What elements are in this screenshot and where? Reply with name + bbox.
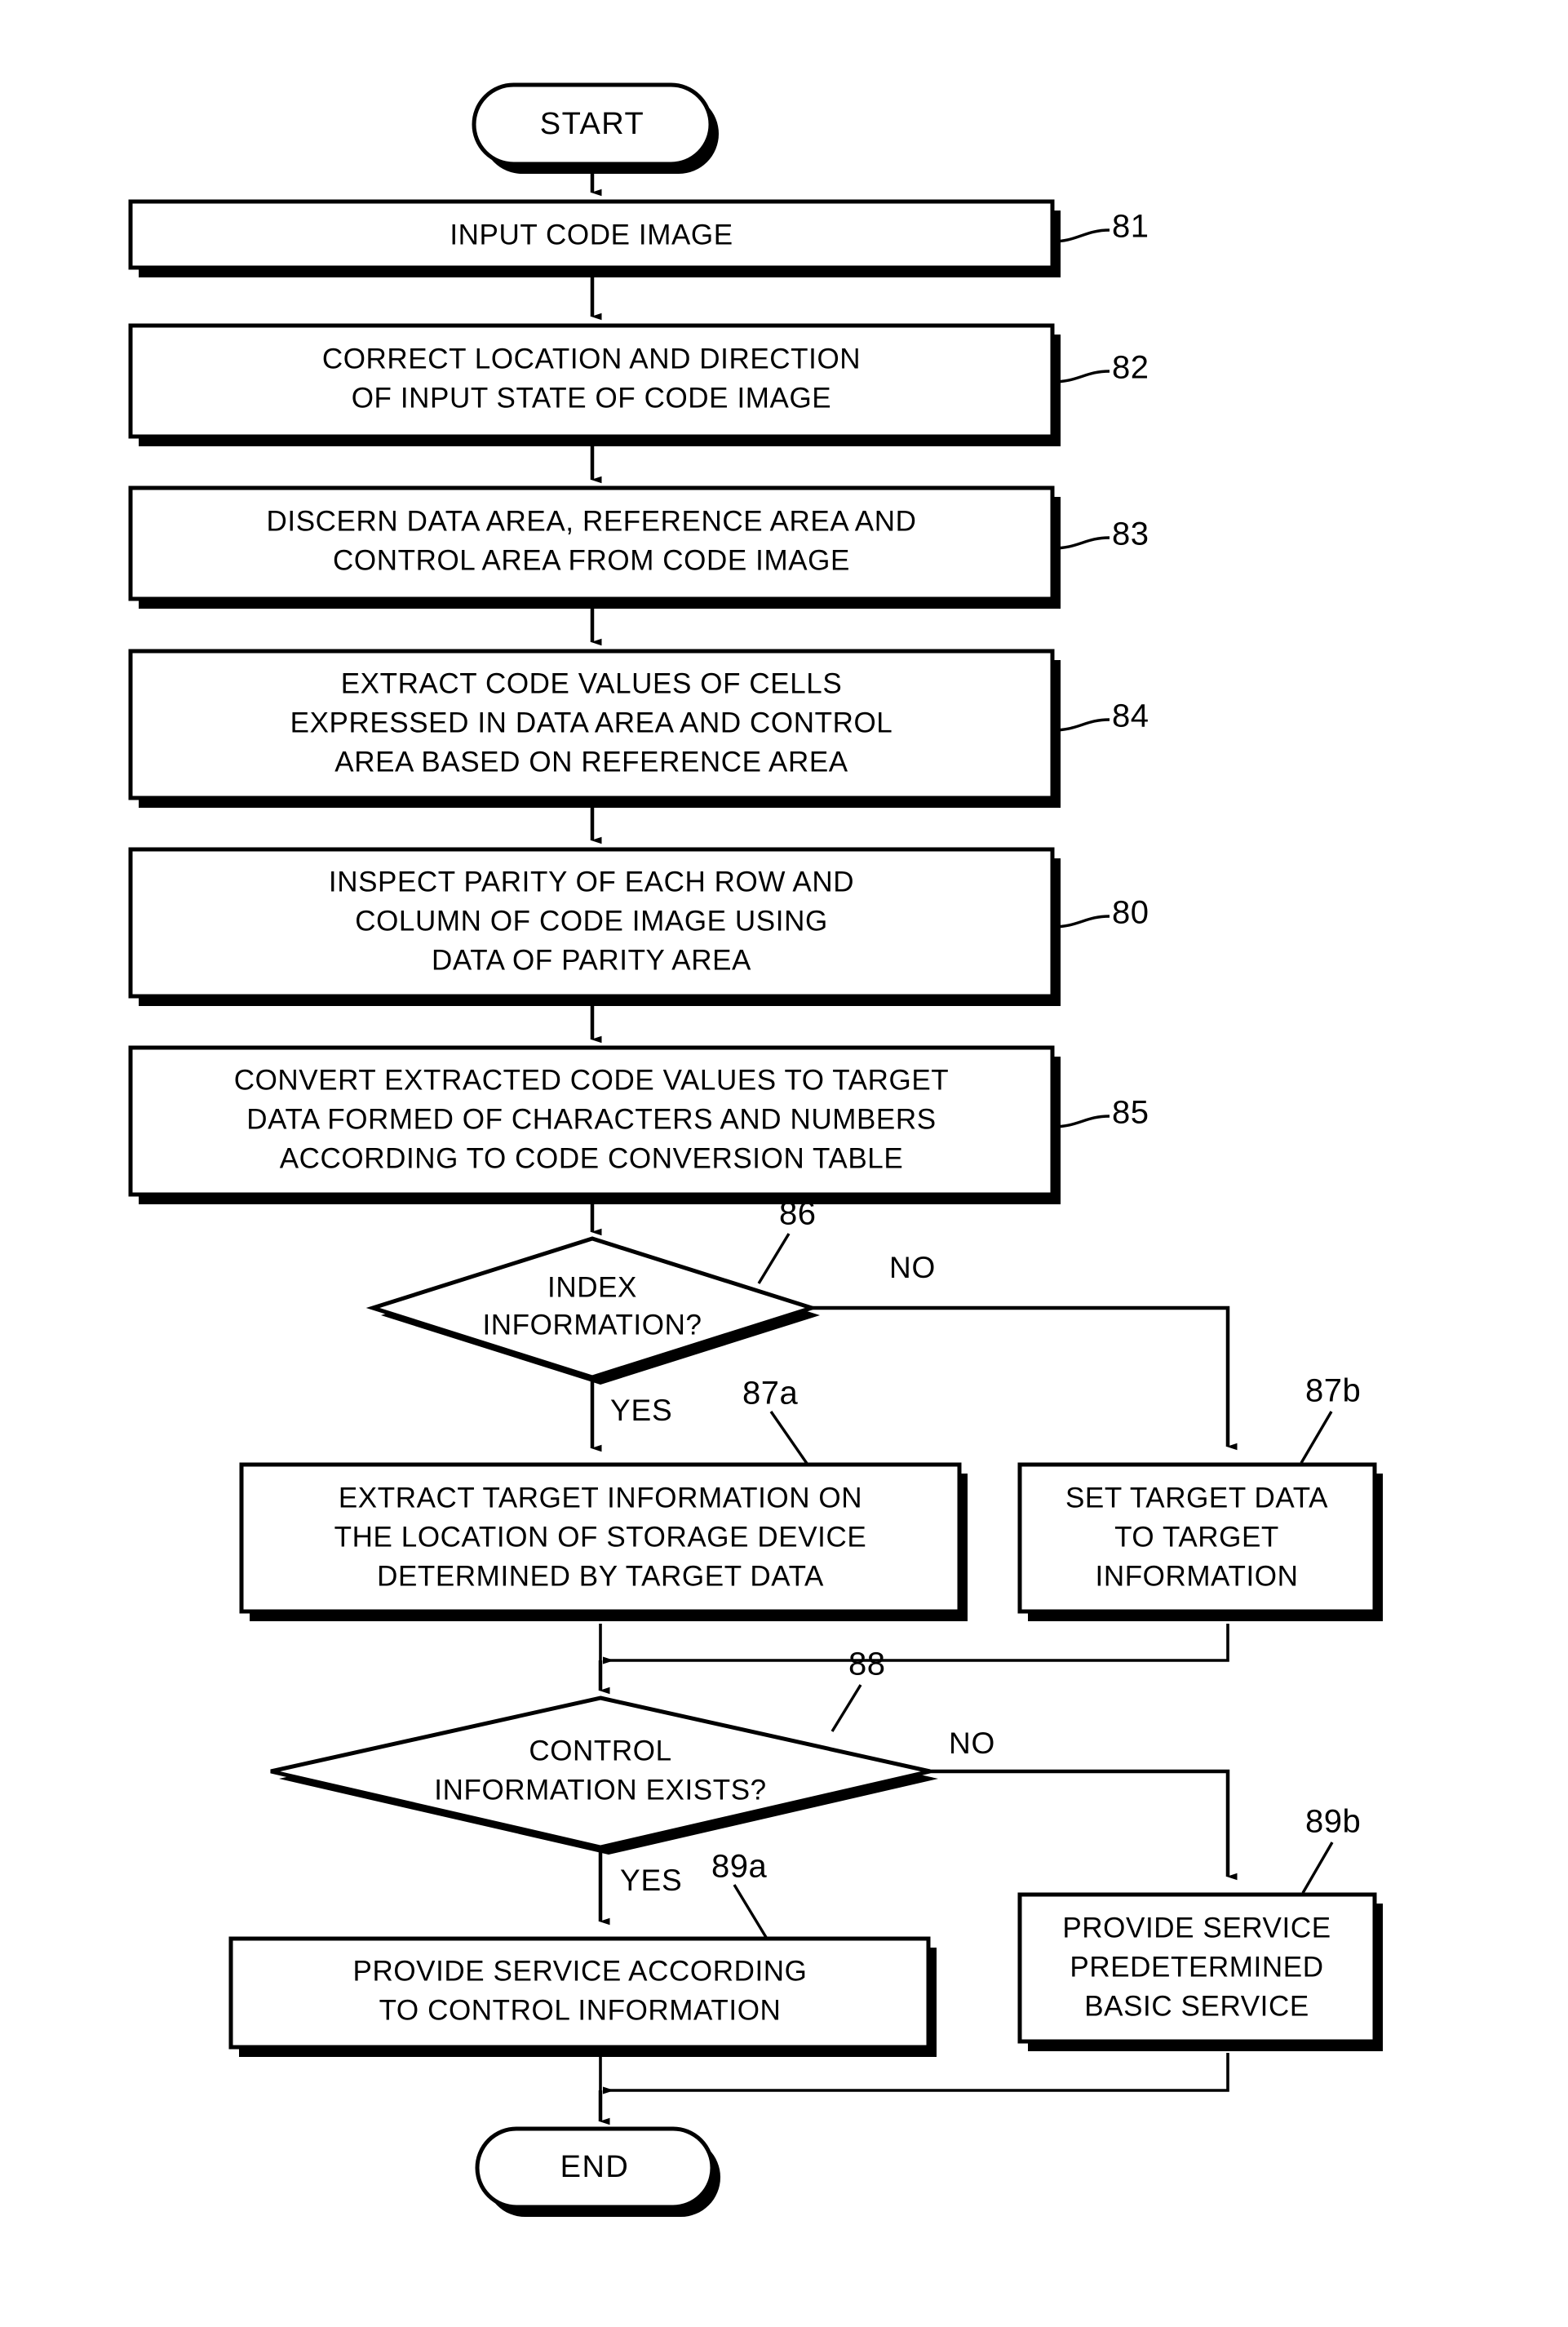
leader-85	[1052, 1115, 1110, 1128]
flowchart-page: START INPUT CODE IMAGE 81 CORRECT LOCATI…	[0, 0, 1568, 2327]
ref-84: 84	[1112, 698, 1149, 734]
leader-84	[1052, 718, 1110, 732]
node-89a-line-0: PROVIDE SERVICE ACCORDING	[353, 1955, 808, 1987]
ref-88: 88	[848, 1647, 886, 1682]
node-89b-line-1: PREDETERMINED	[1070, 1951, 1323, 1983]
leader-83	[1052, 536, 1110, 550]
ref-89b: 89b	[1305, 1804, 1361, 1840]
node-84-line-2: AREA BASED ON REFERENCE AREA	[334, 746, 848, 778]
branch-86-no-label: NO	[889, 1251, 936, 1284]
node-85-line-1: DATA FORMED OF CHARACTERS AND NUMBERS	[246, 1103, 936, 1135]
leader-87a	[769, 1411, 809, 1465]
ref-80: 80	[1112, 895, 1149, 931]
leader-82	[1052, 370, 1110, 383]
node-85-line-0: CONVERT EXTRACTED CODE VALUES TO TARGET	[234, 1064, 950, 1096]
node-86-line-1: INFORMATION?	[482, 1309, 702, 1341]
node-89b-line-2: BASIC SERVICE	[1084, 1990, 1309, 2022]
node-87b: SET TARGET DATA TO TARGET INFORMATION	[1017, 1462, 1383, 1621]
node-80-line-1: COLUMN OF CODE IMAGE USING	[355, 905, 828, 937]
node-86-line-0: INDEX	[547, 1271, 637, 1303]
node-88-line-0: CONTROL	[529, 1735, 671, 1766]
leader-86	[757, 1233, 791, 1284]
edge-89b-merge	[603, 2053, 1229, 2094]
node-83: DISCERN DATA AREA, REFERENCE AREA AND CO…	[128, 485, 1061, 609]
node-89a: PROVIDE SERVICE ACCORDING TO CONTROL INF…	[228, 1936, 937, 2057]
node-84-line-0: EXTRACT CODE VALUES OF CELLS	[341, 667, 843, 699]
node-87b-line-2: INFORMATION	[1096, 1560, 1299, 1592]
node-83-line-1: CONTROL AREA FROM CODE IMAGE	[333, 544, 850, 576]
node-84-line-1: EXPRESSED IN DATA AREA AND CONTROL	[290, 707, 893, 738]
ref-81: 81	[1112, 209, 1149, 245]
node-82: CORRECT LOCATION AND DIRECTION OF INPUT …	[128, 323, 1061, 446]
node-89b-line-0: PROVIDE SERVICE	[1062, 1912, 1331, 1944]
ref-87b: 87b	[1305, 1373, 1361, 1409]
leader-89b	[1301, 1842, 1334, 1894]
ref-86: 86	[779, 1196, 817, 1232]
branch-86-yes-label: YES	[610, 1394, 672, 1427]
node-82-line-1: OF INPUT STATE OF CODE IMAGE	[352, 382, 832, 414]
node-87a-line-1: THE LOCATION OF STORAGE DEVICE	[334, 1521, 867, 1553]
node-end-label: END	[560, 2150, 630, 2184]
node-83-line-0: DISCERN DATA AREA, REFERENCE AREA AND	[267, 505, 917, 537]
leader-80	[1052, 915, 1110, 929]
node-81-line-0: INPUT CODE IMAGE	[450, 219, 733, 250]
node-start-label: START	[540, 107, 645, 141]
branch-88-no-label: NO	[949, 1726, 995, 1760]
node-85-line-2: ACCORDING TO CODE CONVERSION TABLE	[280, 1142, 904, 1174]
node-start: START	[472, 82, 719, 174]
edge-88-no-to-89b	[930, 1769, 1238, 1881]
branch-88-yes-label: YES	[620, 1864, 682, 1897]
node-86: INDEX INFORMATION?	[365, 1236, 820, 1385]
leader-89a	[733, 1884, 768, 1939]
node-80-line-0: INSPECT PARITY OF EACH ROW AND	[329, 866, 854, 898]
ref-89a: 89a	[711, 1849, 767, 1885]
ref-87a: 87a	[742, 1376, 798, 1412]
node-80-line-2: DATA OF PARITY AREA	[432, 944, 751, 976]
node-88-line-1: INFORMATION EXISTS?	[434, 1774, 766, 1806]
edge-87b-merge	[603, 1624, 1229, 1664]
node-87a-line-0: EXTRACT TARGET INFORMATION ON	[339, 1482, 862, 1514]
node-87a-line-2: DETERMINED BY TARGET DATA	[377, 1560, 824, 1592]
node-80: INSPECT PARITY OF EACH ROW AND COLUMN OF…	[128, 847, 1061, 1006]
node-89a-line-1: TO CONTROL INFORMATION	[379, 1994, 782, 2026]
node-87b-line-1: TO TARGET	[1114, 1521, 1279, 1553]
ref-82: 82	[1112, 350, 1149, 386]
node-89b: PROVIDE SERVICE PREDETERMINED BASIC SERV…	[1017, 1892, 1383, 2051]
node-82-line-0: CORRECT LOCATION AND DIRECTION	[322, 343, 861, 375]
flowchart-canvas: START INPUT CODE IMAGE 81 CORRECT LOCATI…	[128, 82, 1383, 2217]
node-85: CONVERT EXTRACTED CODE VALUES TO TARGET …	[128, 1045, 1061, 1204]
node-87a: EXTRACT TARGET INFORMATION ON THE LOCATI…	[239, 1462, 968, 1621]
ref-85: 85	[1112, 1095, 1149, 1131]
leader-88	[831, 1684, 862, 1732]
edge-86-no-to-87b	[812, 1305, 1238, 1451]
leader-87b	[1300, 1411, 1333, 1464]
node-end: END	[475, 2126, 720, 2217]
leader-81	[1052, 228, 1110, 243]
node-81: INPUT CODE IMAGE	[128, 199, 1061, 277]
node-87b-line-0: SET TARGET DATA	[1065, 1482, 1328, 1514]
node-84: EXTRACT CODE VALUES OF CELLS EXPRESSED I…	[128, 649, 1061, 808]
ref-83: 83	[1112, 516, 1149, 552]
